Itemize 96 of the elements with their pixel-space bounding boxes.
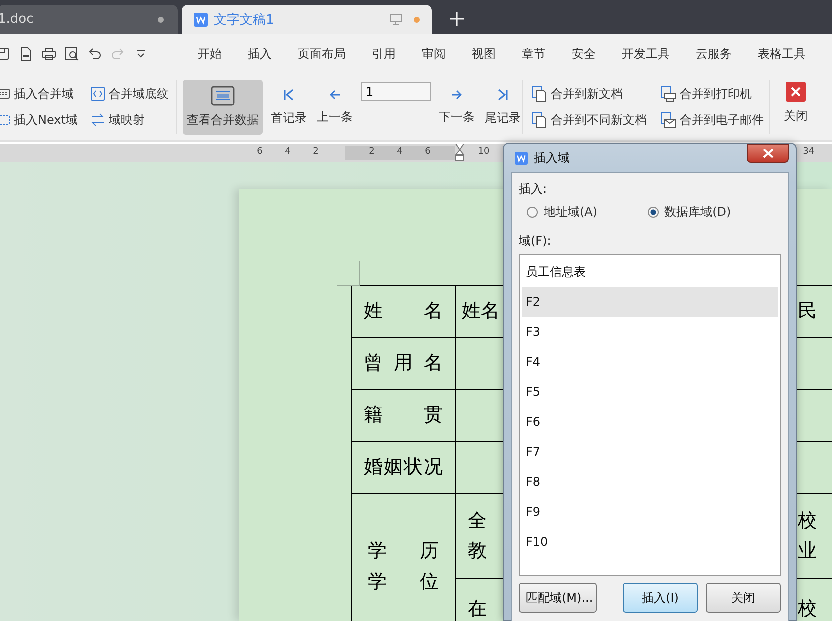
ruler-number: 2 — [369, 147, 375, 157]
cell-text: 业 — [798, 539, 817, 564]
bracket-icon — [90, 87, 105, 101]
menu-tab[interactable]: 云服务 — [696, 46, 732, 62]
new-tab-icon[interactable] — [450, 12, 464, 26]
field-item[interactable]: F2 — [522, 287, 778, 317]
radio-button[interactable] — [527, 207, 538, 218]
previous-record-button[interactable]: 上一条 — [315, 84, 355, 130]
last-icon — [496, 88, 510, 102]
ruler-number: 10 — [478, 147, 490, 157]
print-icon[interactable] — [41, 46, 57, 62]
field-item[interactable]: F4 — [522, 347, 778, 377]
menu-tab[interactable]: 页面布局 — [298, 46, 346, 62]
row-label: 姓 名 — [364, 299, 443, 324]
close-icon — [786, 82, 806, 102]
merge-field-icon — [211, 86, 235, 106]
dialog-button[interactable]: 插入(I) — [623, 583, 698, 613]
ribbon-button[interactable]: 域映射 — [90, 107, 176, 133]
ribbon-button[interactable]: 合并到打印机 — [660, 81, 769, 107]
first-icon — [282, 88, 296, 102]
ribbon-button[interactable]: 合并到不同新文档 — [531, 107, 652, 133]
radio-option[interactable]: 数据库域(D) — [648, 204, 732, 221]
swap-arrows-icon — [90, 113, 105, 127]
indent-marker-icon[interactable] — [455, 144, 465, 162]
radio-button[interactable] — [648, 207, 659, 218]
preview-icon[interactable] — [64, 46, 80, 62]
close-button[interactable]: 关闭 — [776, 74, 816, 140]
first-record-button[interactable]: 首记录 — [269, 84, 309, 130]
left-arrow-icon — [329, 88, 341, 100]
last-record-button[interactable]: 尾记录 — [483, 84, 523, 130]
field-item[interactable]: F10 — [522, 527, 778, 557]
ruler-number: 2 — [313, 147, 319, 157]
row-label: 婚姻状况 — [364, 455, 443, 480]
ruler-number: 6 — [425, 147, 431, 157]
field-icon — [0, 113, 10, 127]
document-icon — [194, 12, 208, 26]
ribbon-button[interactable]: 合并到新文档 — [531, 81, 652, 107]
menu-tab[interactable]: 表格工具 — [758, 46, 806, 62]
menu-tab[interactable]: 安全 — [572, 46, 596, 62]
row-label: 学 位 — [367, 570, 440, 594]
field-item[interactable]: F5 — [522, 377, 778, 407]
ruler-number: 34 — [803, 147, 815, 157]
envelope-icon — [660, 112, 676, 128]
ruler-number: 4 — [285, 147, 291, 157]
cell-text: 教 — [468, 539, 487, 564]
cell-text: 校 — [798, 508, 817, 534]
view-merged-data-button[interactable]: 查看合并数据 — [183, 80, 263, 134]
right-arrow-icon — [451, 88, 463, 100]
field-item[interactable]: 员工信息表 — [522, 257, 778, 287]
printer-icon — [660, 86, 676, 102]
fields-label: 域(F): — [519, 233, 552, 250]
radio-option[interactable]: 地址域(A) — [527, 204, 598, 221]
ruler-number: 4 — [397, 147, 403, 157]
menu-tab[interactable]: 开发工具 — [622, 46, 670, 62]
close-icon — [762, 149, 774, 158]
menu-tab[interactable]: 审阅 — [422, 46, 446, 62]
record-number-field[interactable]: 1 — [361, 82, 431, 101]
dialog-button[interactable]: 关闭 — [706, 583, 781, 613]
row-label: 曾 用 名 — [364, 351, 443, 376]
next-record-button[interactable]: 下一条 — [437, 84, 477, 130]
document-icon — [531, 112, 547, 128]
field-item[interactable]: F9 — [522, 497, 778, 527]
cell-text: 姓名 — [462, 299, 500, 324]
menu-tab[interactable]: 章节 — [522, 46, 546, 62]
ribbon-button[interactable]: 插入Next域 — [0, 107, 85, 133]
field-icon — [0, 87, 10, 101]
menu-tab[interactable]: 引用 — [372, 46, 396, 62]
undo-icon[interactable] — [87, 46, 103, 62]
pdf-icon[interactable] — [18, 46, 34, 62]
status-dot-icon — [158, 16, 164, 22]
cell-text: 在 — [468, 596, 487, 621]
field-item[interactable]: F3 — [522, 317, 778, 347]
field-item[interactable]: F8 — [522, 467, 778, 497]
insert-label: 插入: — [519, 181, 548, 198]
menu-tab[interactable]: 视图 — [472, 46, 496, 62]
field-item[interactable]: F6 — [522, 407, 778, 437]
menu-tab[interactable]: 插入 — [248, 46, 272, 62]
cell-text: 民 — [798, 299, 817, 324]
app-icon — [515, 152, 528, 164]
menu-tab[interactable]: 开始 — [198, 46, 222, 62]
crop-mark — [337, 261, 360, 286]
status-dot-icon — [414, 16, 420, 22]
cell-text: 校 — [798, 596, 817, 621]
row-label: 学 历 — [367, 539, 440, 564]
close-button[interactable] — [747, 144, 789, 163]
document-icon — [531, 86, 547, 102]
cell-text: 全 — [468, 508, 487, 534]
dialog-title: 插入域 — [534, 150, 571, 166]
ruler-number: 6 — [257, 147, 263, 157]
dialog-button[interactable]: 匹配域(M)... — [519, 583, 597, 613]
tab-title: 文字文稿1 — [214, 12, 276, 28]
ribbon-button[interactable]: 插入合并域 — [0, 81, 85, 107]
field-item[interactable]: F7 — [522, 437, 778, 467]
ribbon-button[interactable]: 合并到电子邮件 — [660, 107, 769, 133]
ribbon-button[interactable]: 合并域底纹 — [90, 81, 176, 107]
row-label: 籍 贯 — [364, 403, 443, 428]
